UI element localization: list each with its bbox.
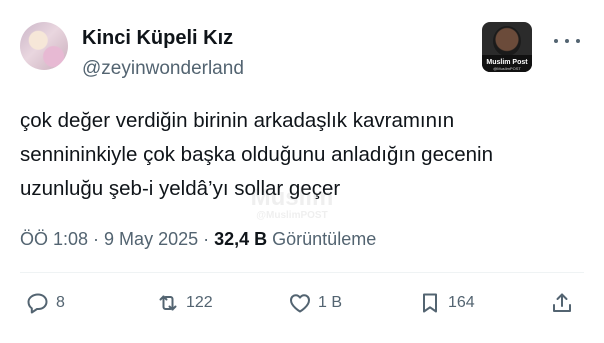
reply-count: 8 xyxy=(56,294,65,311)
views-count: 32,4 B xyxy=(214,229,268,249)
like-button[interactable]: 1 B xyxy=(288,289,342,317)
badge-handle: @MuslimPOST xyxy=(493,66,521,71)
views-label: Görüntüleme xyxy=(267,229,377,249)
extension-badge[interactable]: Muslim Post @MuslimPOST xyxy=(482,22,532,72)
tweet-date[interactable]: 9 May 2025 xyxy=(104,229,198,249)
share-icon xyxy=(553,293,571,312)
badge-name: Muslim Post xyxy=(486,59,528,66)
badge-portrait xyxy=(493,26,521,56)
meta-separator: · xyxy=(198,229,215,249)
reply-icon xyxy=(27,293,48,314)
display-name[interactable]: Kinci Küpeli Kız xyxy=(82,27,233,50)
bookmark-button[interactable]: 164 xyxy=(418,289,475,317)
more-horizontal-icon[interactable] xyxy=(554,34,580,48)
avatar[interactable] xyxy=(20,22,68,70)
repost-button[interactable]: 122 xyxy=(156,289,213,317)
user-handle[interactable]: @zeyinwonderland xyxy=(82,58,244,80)
tweet-text: çok değer verdiğin birinin arkadaşlık ka… xyxy=(20,104,580,206)
divider xyxy=(20,272,584,273)
tweet-meta: ÖÖ 1:08 · 9 May 2025 · 32,4 B Görüntülem… xyxy=(20,229,376,250)
bookmark-icon xyxy=(423,293,437,313)
watermark-handle: @MuslimPOST xyxy=(256,210,328,221)
meta-separator: · xyxy=(88,229,105,249)
bookmark-count: 164 xyxy=(448,294,475,311)
tweet-line: sennininkiyle çok başka olduğunu anladığ… xyxy=(20,143,493,166)
tweet-time[interactable]: ÖÖ 1:08 xyxy=(20,229,88,249)
heart-icon xyxy=(290,294,310,313)
reply-button[interactable]: 8 xyxy=(26,289,65,317)
repost-count: 122 xyxy=(186,294,213,311)
repost-icon xyxy=(159,295,177,311)
share-button[interactable] xyxy=(550,289,574,317)
tweet-line: uzunluğu şeb-i yeldâ’yı sollar geçer xyxy=(20,177,341,200)
like-count: 1 B xyxy=(318,294,343,311)
tweet-line: çok değer verdiğin birinin arkadaşlık ka… xyxy=(20,109,455,132)
